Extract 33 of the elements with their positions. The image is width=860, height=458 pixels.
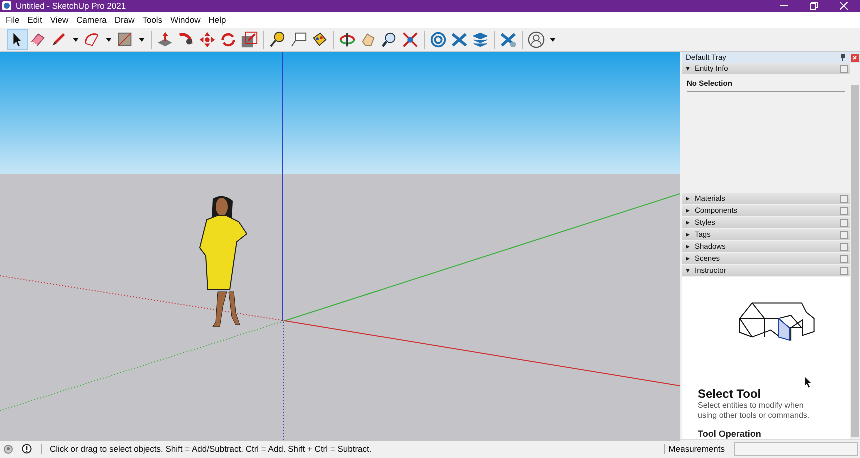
menu-item[interactable]: Help bbox=[204, 15, 230, 25]
close-icon[interactable] bbox=[851, 54, 859, 62]
measurements-field[interactable] bbox=[734, 442, 858, 456]
menu-item[interactable]: Draw bbox=[110, 15, 139, 25]
target-icon bbox=[429, 30, 448, 50]
dropdown-arrow-icon[interactable] bbox=[139, 38, 145, 42]
menu-item[interactable]: Tools bbox=[138, 15, 167, 25]
move-icon bbox=[198, 30, 217, 50]
menu-item[interactable]: Window bbox=[166, 15, 205, 25]
cursor-icon bbox=[805, 377, 812, 388]
tool-description: Select entities to modify when using other tools or commands. bbox=[698, 401, 811, 421]
arrow-cursor-tool-button[interactable] bbox=[7, 29, 28, 50]
tool-title: Select Tool bbox=[698, 387, 762, 401]
menu-item[interactable]: File bbox=[2, 15, 24, 25]
restore-icon[interactable] bbox=[810, 2, 818, 10]
menu-item[interactable]: View bbox=[46, 15, 73, 25]
status-hint: Click or drag to select objects. Shift = Add/Subtract. Ctrl = Add. Shift + Ctrl = Subtract. bbox=[41, 444, 655, 454]
window-title: Untitled - SketchUp Pro 2021 bbox=[16, 1, 128, 11]
account-icon bbox=[527, 30, 546, 50]
dropdown-arrow-icon[interactable] bbox=[106, 38, 112, 42]
pin-icon[interactable] bbox=[840, 54, 846, 61]
push-pull-icon bbox=[156, 30, 175, 50]
dropdown-arrow-icon[interactable] bbox=[73, 38, 79, 42]
scale-icon bbox=[240, 30, 259, 50]
scale-tool-button[interactable] bbox=[239, 29, 260, 50]
dropdown-arrow-icon[interactable] bbox=[550, 38, 556, 42]
section-heading: Tool Operation bbox=[698, 429, 762, 439]
menu-item[interactable]: Camera bbox=[72, 15, 111, 25]
info-icon[interactable] bbox=[22, 444, 32, 454]
menu-item[interactable]: Edit bbox=[24, 15, 46, 25]
geolocation-icon[interactable] bbox=[4, 444, 13, 454]
measurements-label: Measurements bbox=[664, 444, 725, 454]
account-tool-button[interactable] bbox=[526, 29, 547, 50]
